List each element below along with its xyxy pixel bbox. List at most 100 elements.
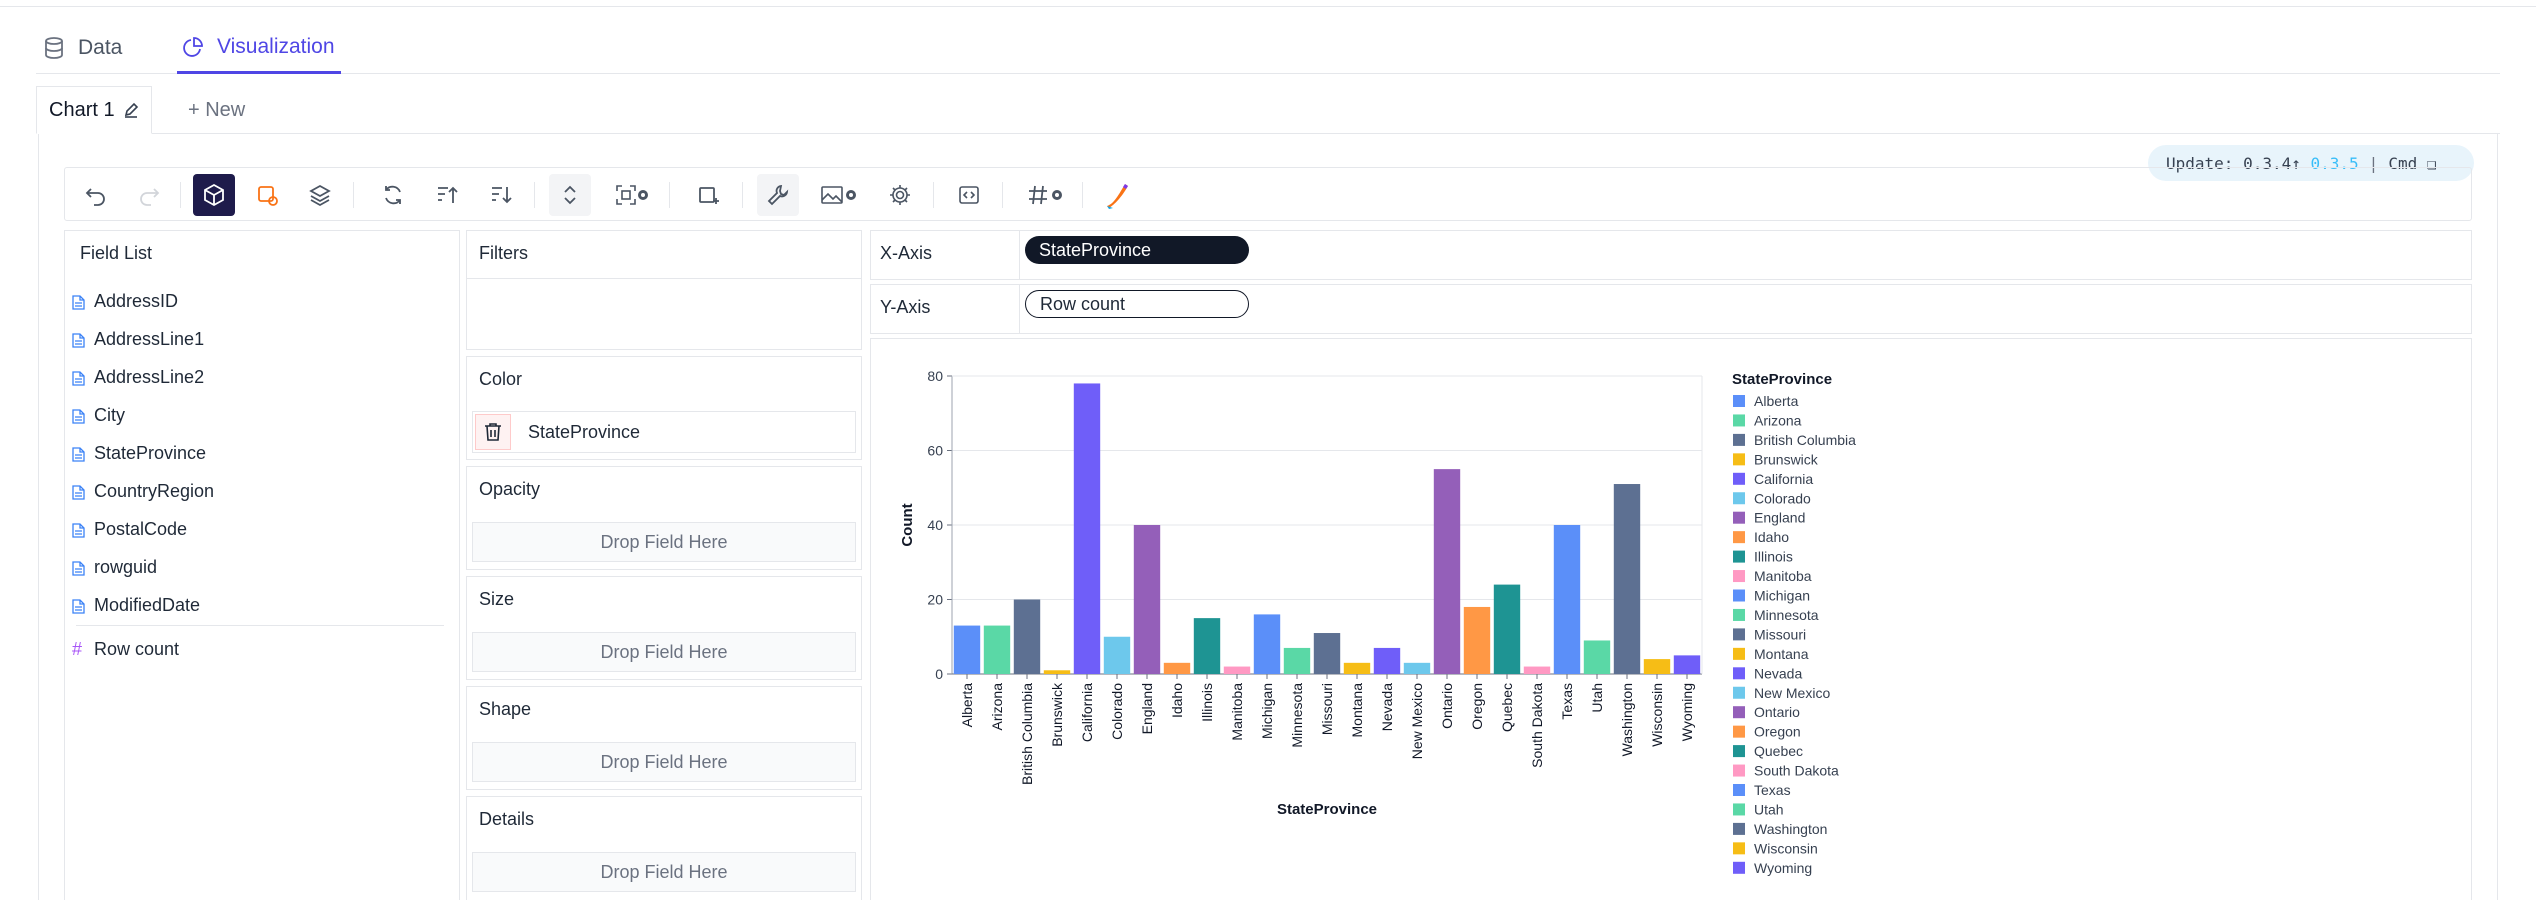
size-drop-zone[interactable]: Drop Field Here [472,632,856,672]
field-label: StateProvince [94,442,207,463]
y-axis-field-pill[interactable]: Row count [1025,290,1249,318]
field-item[interactable]: AddressID [72,286,179,316]
settings-button[interactable] [879,174,921,216]
legend-swatch [1733,608,1745,621]
y-tick-label: 0 [935,666,943,682]
legend-swatch [1733,706,1745,719]
format-settings-button[interactable] [1045,174,1069,216]
gear-icon [890,185,910,205]
x-tick-label: Oregon [1469,683,1485,730]
code-icon [959,186,979,204]
document-icon [72,332,85,353]
tools-button[interactable] [757,174,799,216]
legend-label: Wyoming [1754,860,1812,876]
bar [1403,662,1431,674]
x-tick-label: Wyoming [1679,683,1695,741]
pie-chart-icon [183,36,203,57]
bar [1493,584,1521,674]
opacity-drop-zone[interactable]: Drop Field Here [472,522,856,562]
legend-swatch [1733,395,1745,407]
field-item[interactable]: AddressLine1 [72,324,205,354]
field-item[interactable]: City [72,400,125,430]
legend-label: Ontario [1754,704,1800,720]
chevron-updown-icon [564,185,576,205]
toolbar-divider [933,182,934,208]
sort-descending-button[interactable] [480,174,522,216]
mark-style-button[interactable] [247,174,289,216]
tab-visualization[interactable]: Visualization [177,22,341,74]
document-icon [72,408,85,429]
x-tick-label: Manitoba [1229,683,1245,741]
mark-type-button[interactable] [193,174,235,216]
field-label: AddressID [94,290,179,311]
field-item[interactable]: AddressLine2 [72,362,204,392]
shelf-divider [1019,230,1020,280]
legend-label: Oregon [1754,724,1801,740]
tab-data-label: Data [78,36,123,59]
field-label: City [94,404,125,425]
legend-swatch [1733,784,1745,796]
bar [1613,484,1641,674]
legend-swatch [1733,842,1745,855]
bar-chart[interactable]: 0 20 40 60 80 Alberta Arizona British Columbia B… [870,338,2472,900]
export-code-button[interactable] [948,174,990,216]
legend-label: South Dakota [1754,763,1839,779]
x-tick-label: Brunswick [1049,682,1065,747]
bar [1373,647,1401,674]
field-item[interactable]: ModifiedDate [72,590,200,620]
image-settings-button[interactable] [839,174,863,216]
legend-label: Wisconsin [1754,840,1818,856]
x-tick-label: California [1079,683,1095,742]
filters-title: Filters [479,243,528,263]
shape-drop-zone[interactable]: Drop Field Here [472,742,856,782]
x-tick-label: Wisconsin [1649,683,1665,747]
stack-button[interactable] [299,174,341,216]
legend-label: Washington [1754,821,1827,837]
field-item[interactable]: PostalCode [72,514,187,544]
legend-swatch [1733,861,1745,874]
field-label: rowguid [94,556,158,577]
legend-swatch [1733,531,1745,544]
field-item[interactable]: rowguid [72,552,158,582]
x-axis-field-pill[interactable]: StateProvince [1025,236,1249,264]
field-item[interactable]: StateProvince [72,438,207,468]
legend-title: StateProvince [1732,371,1832,388]
painter-button[interactable] [1097,174,1139,216]
document-icon [72,484,85,505]
bar [1433,469,1461,674]
undo-button[interactable] [75,174,117,216]
brush-button[interactable] [688,174,730,216]
legend-label: Quebec [1754,743,1803,759]
tab-data[interactable]: Data [44,22,122,74]
x-tick-label: Utah [1589,683,1605,713]
legend-swatch [1733,433,1745,446]
color-title: Color [479,369,523,389]
legend-swatch [1733,647,1745,660]
details-drop-zone[interactable]: Drop Field Here [472,852,856,892]
field-item[interactable]: CountryRegion [72,476,214,506]
legend-swatch [1733,628,1745,641]
new-chart-button[interactable]: + New [188,86,245,134]
field-row-count[interactable]: # Row count [72,634,179,664]
sort-ascending-button[interactable] [426,174,468,216]
layers-icon [309,184,331,207]
size-settings-button[interactable] [631,174,655,216]
x-tick-label: Minnesota [1289,683,1305,748]
shelf-divider [1019,284,1020,334]
legend-label: Manitoba [1754,568,1812,584]
legend-swatch [1733,667,1745,680]
edit-icon[interactable] [123,102,139,118]
tab-visualization-label: Visualization [217,34,335,58]
redo-button[interactable] [128,174,170,216]
document-icon [72,370,85,391]
document-icon [72,598,85,619]
transpose-button[interactable] [372,174,414,216]
legend-swatch [1733,725,1745,738]
x-axis-label: X-Axis [880,243,933,263]
tab-chart-1[interactable]: Chart 1 [36,86,152,134]
field-label: AddressLine1 [94,328,205,349]
bar [1313,633,1341,674]
axis-resize-button[interactable] [549,174,591,216]
remove-color-button[interactable] [475,414,511,450]
field-list-title: Field List [80,243,153,263]
